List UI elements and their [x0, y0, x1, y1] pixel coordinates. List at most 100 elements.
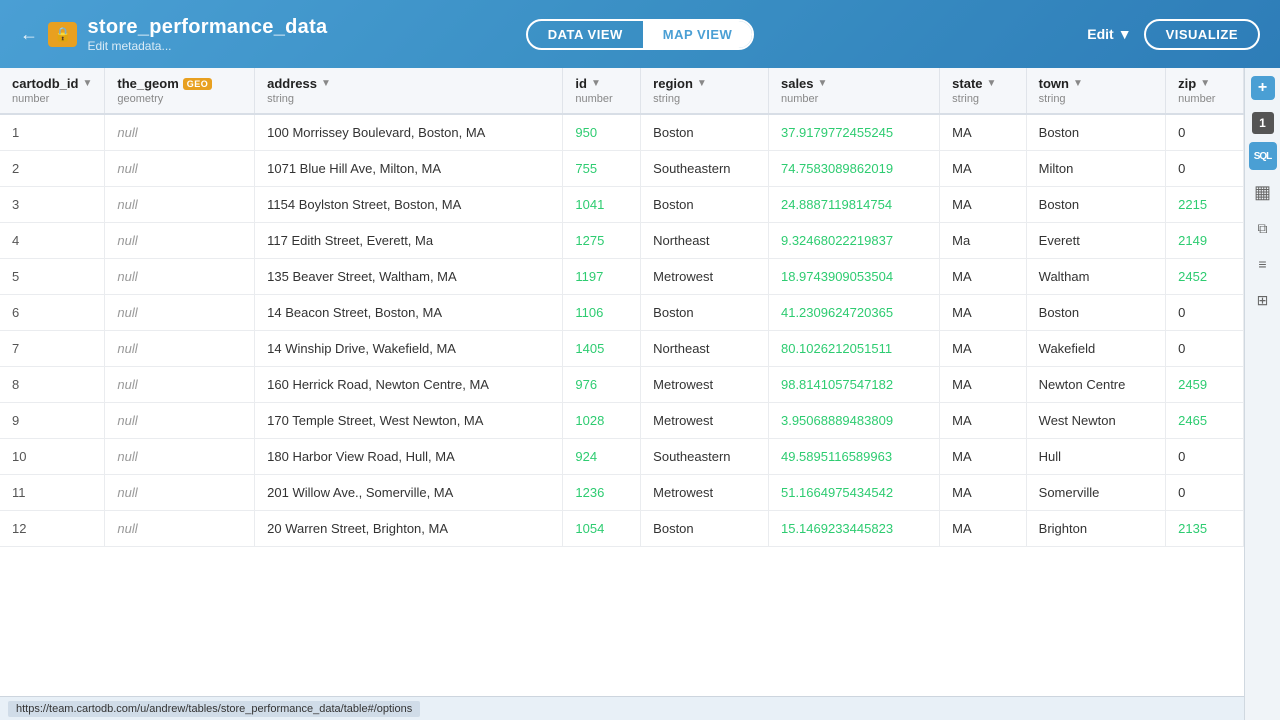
col-header-address[interactable]: address ▼ string [255, 68, 563, 114]
cell-id: 1275 [563, 223, 641, 259]
cell-town: Brighton [1026, 511, 1166, 547]
cell-the-geom: null [105, 403, 255, 439]
map-view-button[interactable]: MAP VIEW [643, 21, 753, 48]
table-row: 9 null 170 Temple Street, West Newton, M… [0, 403, 1244, 439]
cell-cartodb-id: 7 [0, 331, 105, 367]
cell-sales: 15.1469233445823 [768, 511, 939, 547]
cell-sales: 49.5895116589963 [768, 439, 939, 475]
cell-region: Boston [641, 114, 769, 151]
cell-sales: 74.7583089862019 [768, 151, 939, 187]
cell-cartodb-id: 9 [0, 403, 105, 439]
cell-state: Ma [940, 223, 1027, 259]
cell-sales: 18.9743909053504 [768, 259, 939, 295]
table-row: 6 null 14 Beacon Street, Boston, MA 1106… [0, 295, 1244, 331]
cell-region: Metrowest [641, 367, 769, 403]
cell-region: Northeast [641, 331, 769, 367]
table-row: 4 null 117 Edith Street, Everett, Ma 127… [0, 223, 1244, 259]
cell-address: 100 Morrissey Boulevard, Boston, MA [255, 114, 563, 151]
col-header-state[interactable]: state ▼ string [940, 68, 1027, 114]
table-row: 2 null 1071 Blue Hill Ave, Milton, MA 75… [0, 151, 1244, 187]
cell-the-geom: null [105, 223, 255, 259]
cell-the-geom: null [105, 295, 255, 331]
cell-id: 1041 [563, 187, 641, 223]
cell-town: West Newton [1026, 403, 1166, 439]
table-row: 8 null 160 Herrick Road, Newton Centre, … [0, 367, 1244, 403]
cell-address: 180 Harbor View Road, Hull, MA [255, 439, 563, 475]
cell-address: 201 Willow Ave., Somerville, MA [255, 475, 563, 511]
cell-cartodb-id: 12 [0, 511, 105, 547]
cell-town: Wakefield [1026, 331, 1166, 367]
cell-state: MA [940, 367, 1027, 403]
cell-zip: 2215 [1166, 187, 1244, 223]
cell-the-geom: null [105, 331, 255, 367]
cell-cartodb-id: 2 [0, 151, 105, 187]
cell-town: Milton [1026, 151, 1166, 187]
cell-zip: 2135 [1166, 511, 1244, 547]
col-header-town[interactable]: town ▼ string [1026, 68, 1166, 114]
table-row: 7 null 14 Winship Drive, Wakefield, MA 1… [0, 331, 1244, 367]
header-left: ← 🔒 store_performance_data Edit metadata… [20, 16, 526, 53]
cell-town: Boston [1026, 187, 1166, 223]
col-header-id[interactable]: id ▼ number [563, 68, 641, 114]
cell-town: Hull [1026, 439, 1166, 475]
sidebar-num-button[interactable]: 1 [1252, 112, 1274, 134]
cell-zip: 0 [1166, 295, 1244, 331]
cell-the-geom: null [105, 511, 255, 547]
cell-the-geom: null [105, 187, 255, 223]
cell-sales: 24.8887119814754 [768, 187, 939, 223]
cell-region: Boston [641, 511, 769, 547]
col-header-region[interactable]: region ▼ string [641, 68, 769, 114]
col-header-the-geom[interactable]: the_geom GEO geometry [105, 68, 255, 114]
data-table: cartodb_id ▼ number the_geom GEO geometr… [0, 68, 1244, 547]
cell-state: MA [940, 475, 1027, 511]
cell-address: 1071 Blue Hill Ave, Milton, MA [255, 151, 563, 187]
cell-sales: 80.1026212051511 [768, 331, 939, 367]
cell-sales: 98.8141057547182 [768, 367, 939, 403]
cell-address: 170 Temple Street, West Newton, MA [255, 403, 563, 439]
cell-town: Waltham [1026, 259, 1166, 295]
header-center: DATA VIEW MAP VIEW [526, 19, 755, 50]
cell-address: 160 Herrick Road, Newton Centre, MA [255, 367, 563, 403]
edit-button[interactable]: Edit ▼ [1087, 26, 1131, 42]
cell-town: Everett [1026, 223, 1166, 259]
edit-metadata-link[interactable]: Edit metadata... [87, 39, 327, 53]
cell-region: Metrowest [641, 259, 769, 295]
visualize-button[interactable]: VISUALIZE [1144, 19, 1260, 50]
sidebar-chart-icon[interactable]: ▦ [1249, 178, 1277, 206]
sidebar-add-button[interactable]: + [1251, 76, 1275, 100]
cell-cartodb-id: 1 [0, 114, 105, 151]
table-header: cartodb_id ▼ number the_geom GEO geometr… [0, 68, 1244, 114]
table-row: 3 null 1154 Boylston Street, Boston, MA … [0, 187, 1244, 223]
cell-address: 135 Beaver Street, Waltham, MA [255, 259, 563, 295]
cell-state: MA [940, 439, 1027, 475]
cell-zip: 2465 [1166, 403, 1244, 439]
data-view-button[interactable]: DATA VIEW [528, 21, 643, 48]
sidebar-sql-icon[interactable]: SQL [1249, 142, 1277, 170]
cell-region: Metrowest [641, 403, 769, 439]
cell-id: 755 [563, 151, 641, 187]
cell-id: 1197 [563, 259, 641, 295]
cell-cartodb-id: 11 [0, 475, 105, 511]
lock-icon-wrap: 🔒 [48, 22, 77, 47]
cell-town: Boston [1026, 114, 1166, 151]
sidebar-copy-icon[interactable]: ⧉ [1249, 214, 1277, 242]
sidebar-list-icon[interactable]: ≡ [1249, 250, 1277, 278]
sidebar-rows-icon[interactable]: ⊞ [1249, 286, 1277, 314]
back-icon[interactable]: ← [20, 24, 38, 45]
cell-id: 1236 [563, 475, 641, 511]
cell-address: 14 Winship Drive, Wakefield, MA [255, 331, 563, 367]
col-header-zip[interactable]: zip ▼ number [1166, 68, 1244, 114]
status-url: https://team.cartodb.com/u/andrew/tables… [8, 701, 420, 717]
view-toggle: DATA VIEW MAP VIEW [526, 19, 755, 50]
col-header-cartodb-id[interactable]: cartodb_id ▼ number [0, 68, 105, 114]
cell-region: Northeast [641, 223, 769, 259]
lock-icon: 🔒 [54, 26, 71, 43]
cell-zip: 2452 [1166, 259, 1244, 295]
cell-state: MA [940, 151, 1027, 187]
cell-cartodb-id: 5 [0, 259, 105, 295]
cell-sales: 51.1664975434542 [768, 475, 939, 511]
col-header-sales[interactable]: sales ▼ number [768, 68, 939, 114]
table-body: 1 null 100 Morrissey Boulevard, Boston, … [0, 114, 1244, 547]
title-group: store_performance_data Edit metadata... [87, 16, 327, 53]
cell-region: Boston [641, 295, 769, 331]
